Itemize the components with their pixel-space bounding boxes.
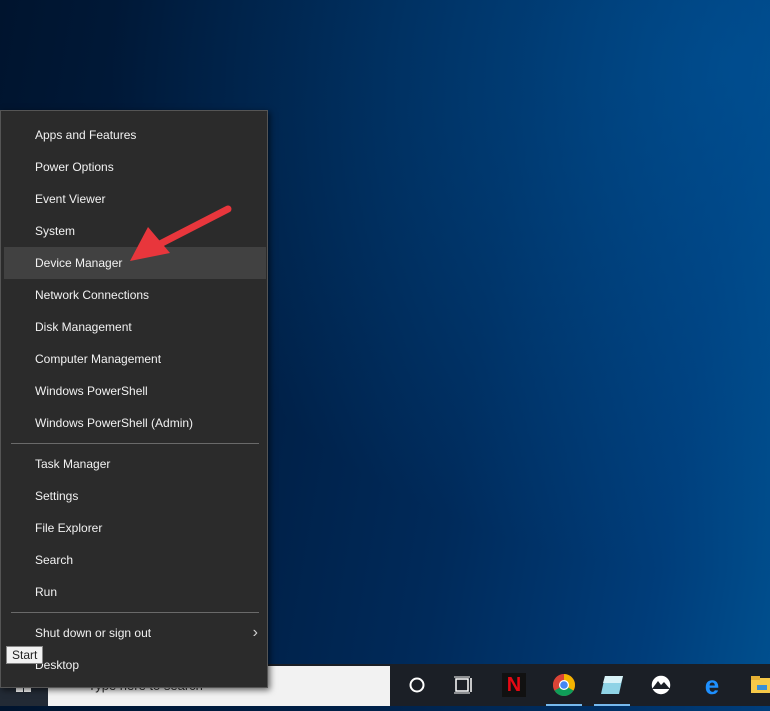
menu-item-label: Shut down or sign out [35, 626, 152, 640]
menu-item-search[interactable]: Search [4, 544, 266, 576]
menu-item-shut-down-or-sign-out[interactable]: Shut down or sign out › [4, 617, 266, 649]
menu-item-power-options[interactable]: Power Options [4, 151, 266, 183]
menu-item-windows-powershell[interactable]: Windows PowerShell [4, 375, 266, 407]
notepad-app-button[interactable] [588, 664, 636, 706]
menu-item-file-explorer[interactable]: File Explorer [4, 512, 266, 544]
cortana-icon [409, 677, 425, 693]
photos-app-icon [650, 674, 672, 696]
file-explorer-button[interactable] [738, 664, 770, 706]
chrome-button[interactable] [540, 664, 588, 706]
task-view-icon [454, 676, 472, 694]
menu-item-settings[interactable]: Settings [4, 480, 266, 512]
file-explorer-icon [751, 676, 770, 693]
chrome-icon [553, 674, 575, 696]
start-tooltip: Start [6, 646, 44, 664]
menu-item-computer-management[interactable]: Computer Management [4, 343, 266, 375]
task-view-button[interactable] [440, 664, 488, 706]
menu-item-windows-powershell-admin[interactable]: Windows PowerShell (Admin) [4, 407, 266, 439]
cortana-button[interactable] [393, 664, 441, 706]
menu-item-task-manager[interactable]: Task Manager [4, 448, 266, 480]
menu-item-network-connections[interactable]: Network Connections [4, 279, 266, 311]
edge-icon: e [704, 670, 720, 700]
chevron-right-icon: › [252, 624, 258, 641]
edge-button[interactable]: e [688, 664, 736, 706]
netflix-button[interactable]: N [490, 664, 538, 706]
menu-item-run[interactable]: Run [4, 576, 266, 608]
notepad-app-icon [601, 676, 623, 694]
menu-item-apps-and-features[interactable]: Apps and Features [4, 119, 266, 151]
annotation-arrow-icon [130, 205, 232, 261]
menu-separator [11, 443, 259, 444]
netflix-icon: N [502, 673, 526, 697]
menu-separator [11, 612, 259, 613]
photos-app-button[interactable] [637, 664, 685, 706]
menu-item-disk-management[interactable]: Disk Management [4, 311, 266, 343]
